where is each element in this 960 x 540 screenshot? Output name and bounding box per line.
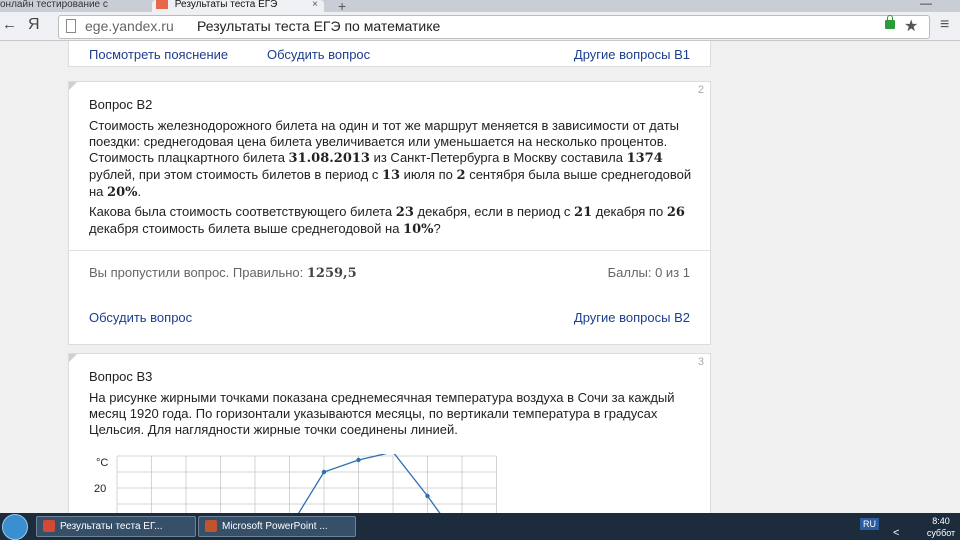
- back-arrow-icon[interactable]: ←: [2, 16, 17, 33]
- question-card-b2: 2 Вопрос В2 Стоимость железнодорожного б…: [68, 81, 711, 345]
- tab-ege-results[interactable]: Результаты теста ЕГЭ ×: [152, 0, 324, 12]
- favicon-icon: [156, 0, 168, 9]
- data-point: [356, 457, 361, 463]
- language-indicator[interactable]: RU: [860, 518, 879, 530]
- browser-icon: [43, 520, 55, 532]
- corner-marker: [69, 82, 77, 90]
- answer-status: Вы пропустили вопрос. Правильно: 1259,5: [89, 265, 357, 281]
- clock-day: суббот: [926, 528, 956, 538]
- start-button[interactable]: [2, 514, 28, 540]
- clock-time: 8:40: [932, 516, 950, 526]
- yandex-logo-icon[interactable]: Я: [28, 16, 40, 34]
- chart-grid: [116, 455, 497, 513]
- minimize-icon[interactable]: —: [920, 0, 932, 10]
- question-prompt: Какова была стоимость соответствующего б…: [89, 204, 685, 237]
- explanation-link[interactable]: Посмотреть пояснение: [89, 47, 228, 62]
- question-card-b1: Посмотреть пояснение Обсудить вопрос Дру…: [68, 41, 711, 67]
- tab-label: Результаты теста ЕГЭ: [174, 0, 278, 10]
- taskbar: Результаты теста ЕГ... Microsoft PowerPo…: [0, 513, 960, 540]
- page-title: Результаты теста ЕГЭ по математике: [197, 18, 441, 34]
- other-questions-link[interactable]: Другие вопросы В1: [574, 47, 690, 62]
- corner-marker: [69, 354, 77, 362]
- star-icon[interactable]: ★: [904, 16, 918, 36]
- tab-strip: онлайн тестирование с Результаты теста Е…: [0, 0, 960, 12]
- taskbar-item-powerpoint[interactable]: Microsoft PowerPoint ...: [198, 516, 356, 537]
- powerpoint-icon: [205, 520, 217, 532]
- question-title: Вопрос В3: [89, 369, 153, 384]
- data-point: [321, 469, 327, 475]
- discuss-link[interactable]: Обсудить вопрос: [267, 47, 370, 62]
- tab-label: онлайн тестирование с: [0, 0, 108, 10]
- score-label: Баллы: 0 из 1: [607, 265, 690, 280]
- taskbar-item-browser[interactable]: Результаты теста ЕГ...: [36, 516, 196, 537]
- discuss-link[interactable]: Обсудить вопрос: [89, 310, 192, 325]
- menu-icon[interactable]: ≡: [940, 16, 949, 34]
- divider: [69, 250, 710, 251]
- page-content: Посмотреть пояснение Обсудить вопрос Дру…: [0, 41, 960, 513]
- clock[interactable]: 8:40 суббот: [922, 515, 960, 539]
- question-number: 3: [697, 356, 704, 368]
- question-text: Стоимость железнодорожного билета на оди…: [89, 118, 692, 200]
- data-point: [425, 493, 430, 499]
- lock-icon[interactable]: [885, 15, 895, 29]
- other-questions-link[interactable]: Другие вопросы В2: [574, 310, 690, 325]
- taskbar-label: Microsoft PowerPoint ...: [222, 521, 328, 532]
- new-tab-button[interactable]: +: [338, 0, 346, 12]
- temperature-chart: °C 20: [94, 454, 497, 513]
- browser-toolbar: ← Я ege.yandex.ru Результаты теста ЕГЭ п…: [0, 12, 960, 41]
- y-axis-label: °C: [96, 457, 108, 469]
- question-number: 2: [697, 84, 704, 96]
- close-icon[interactable]: ×: [312, 0, 318, 10]
- address-bar[interactable]: ege.yandex.ru Результаты теста ЕГЭ по ма…: [58, 15, 930, 39]
- page-icon: [66, 19, 76, 33]
- tab-online-testing[interactable]: онлайн тестирование с: [0, 0, 152, 12]
- taskbar-label: Результаты теста ЕГ...: [60, 521, 163, 532]
- tray-expand-icon[interactable]: <: [893, 527, 899, 539]
- y-tick-label: 20: [94, 483, 106, 495]
- question-card-b3: 3 Вопрос В3 На рисунке жирными точками п…: [68, 353, 711, 513]
- question-title: Вопрос В2: [89, 97, 153, 112]
- correct-answer: 1259,5: [306, 266, 357, 281]
- question-text: На рисунке жирными точками показана сред…: [89, 390, 675, 437]
- url-domain: ege.yandex.ru: [85, 18, 174, 34]
